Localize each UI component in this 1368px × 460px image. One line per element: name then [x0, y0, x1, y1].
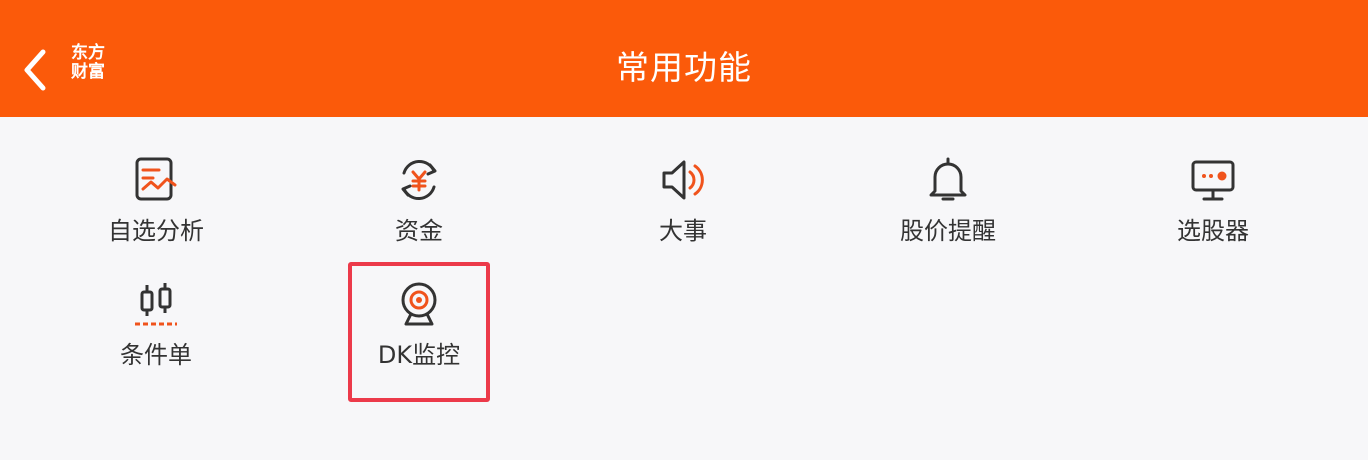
grid-item-stock-screener[interactable]: 选股器: [1133, 155, 1293, 265]
grid-item-funds[interactable]: 资金: [339, 155, 499, 265]
app-header: 东方 财富 常用功能: [0, 0, 1368, 117]
chevron-left-icon: [24, 49, 46, 91]
grid-item-label: 自选分析: [108, 217, 204, 245]
bell-icon: [929, 157, 967, 201]
grid-item-label: 资金: [395, 217, 443, 245]
candlestick-icon: [135, 283, 177, 326]
page-title: 常用功能: [616, 48, 752, 87]
grid-item-label: 条件单: [120, 341, 192, 369]
grid-item-label: 股价提醒: [900, 217, 996, 245]
highlight-box: [348, 262, 490, 402]
chart-analysis-icon: [135, 157, 177, 201]
speaker-icon: [662, 160, 704, 200]
grid-item-price-alert[interactable]: 股价提醒: [868, 155, 1028, 265]
grid-item-events[interactable]: 大事: [603, 155, 763, 265]
brand-logo-line1: 东方: [71, 43, 105, 63]
grid-item-self-analysis[interactable]: 自选分析: [76, 155, 236, 265]
grid-item-conditional-order[interactable]: 条件单: [76, 279, 236, 389]
monitor-icon: [1191, 160, 1235, 201]
grid-item-label: 选股器: [1177, 217, 1249, 245]
brand-logo: 东方 财富: [68, 44, 108, 90]
brand-logo-line2: 财富: [71, 62, 105, 82]
back-button[interactable]: [14, 40, 58, 100]
yuan-cycle-icon: [401, 160, 437, 200]
grid-item-label: 大事: [659, 217, 707, 245]
